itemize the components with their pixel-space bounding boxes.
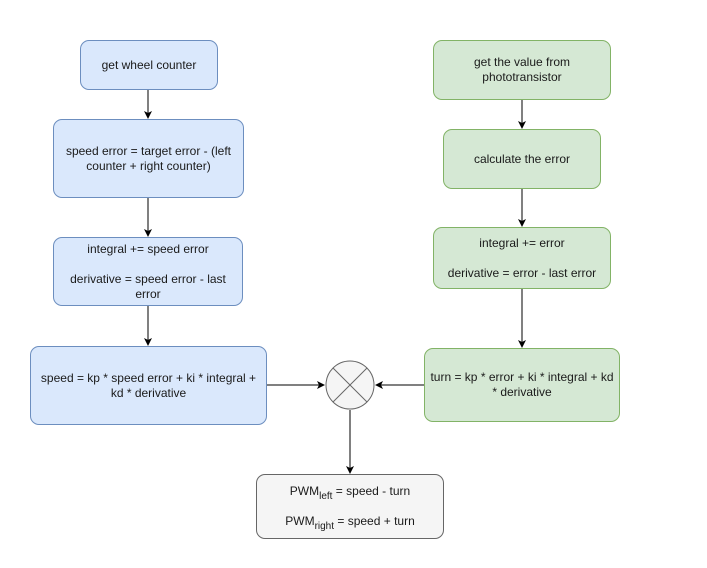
pwm-right-line: PWMright = speed + turn [285,514,415,532]
node-text: turn = kp * error + ki * integral + kd *… [430,370,614,399]
pwm-left-expr: = speed - turn [332,484,411,498]
integral-line: integral += error [479,235,565,250]
pwm-right-prefix: PWM [285,514,315,528]
turn-output: turn = kp * error + ki * integral + kd *… [424,348,620,422]
derivative-line: derivative = speed error - last error [70,271,226,301]
node-text: get wheel counter [101,57,197,72]
speed-error: speed error = target error - (left count… [53,119,244,198]
get-wheel-counter: get wheel counter [80,40,218,90]
speed-pid-terms: integral += speed error derivative = spe… [53,237,243,306]
summing-junction [325,360,375,410]
integral-line: integral += speed error [87,241,209,256]
pwm-left-subscript: left [319,491,333,502]
node-text: speed error = target error - (left count… [65,143,232,173]
pwm-left-prefix: PWM [289,484,320,498]
speed-output: speed = kp * speed error + ki * integral… [30,346,267,425]
pwm-right-subscript: right [314,521,335,532]
turn-pid-terms: integral += error derivative = error - l… [433,227,611,289]
pwm-output: PWMleft = speed - turn PWMright = speed … [256,474,444,539]
node-text: speed = kp * speed error + ki * integral… [40,370,257,400]
get-phototransistor: get the value from phototransistor [433,40,611,100]
pwm-right-expr: = speed + turn [334,514,415,528]
node-text: get the value from phototransistor [473,55,571,84]
derivative-line: derivative = error - last error [447,265,597,280]
pwm-left-line: PWMleft = speed - turn [285,484,415,502]
node-text: calculate the error [473,151,571,166]
calculate-error: calculate the error [443,129,601,189]
